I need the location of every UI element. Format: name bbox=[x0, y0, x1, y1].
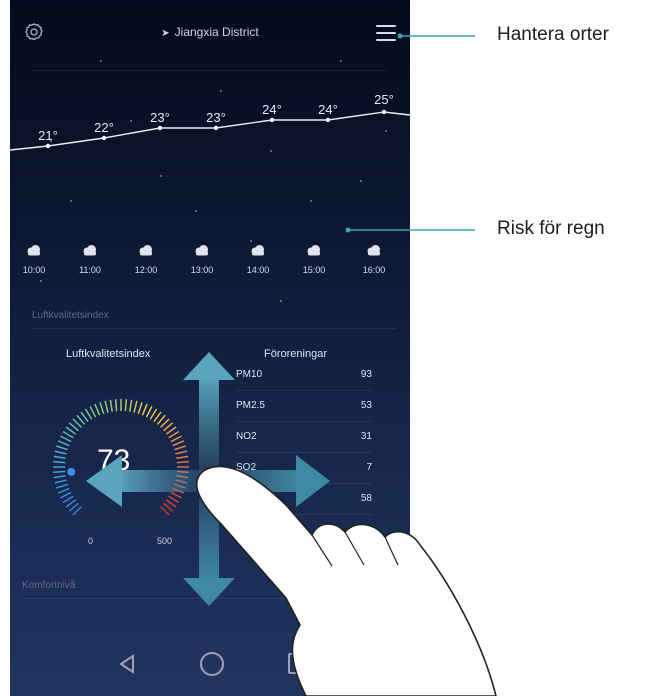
gesture-overlay bbox=[86, 33, 497, 696]
callout-lines bbox=[345, 33, 475, 233]
hand-icon bbox=[195, 465, 497, 696]
callout-rain-risk: Risk för regn bbox=[497, 218, 605, 239]
callout-manage-locations: Hantera orter bbox=[497, 24, 609, 45]
